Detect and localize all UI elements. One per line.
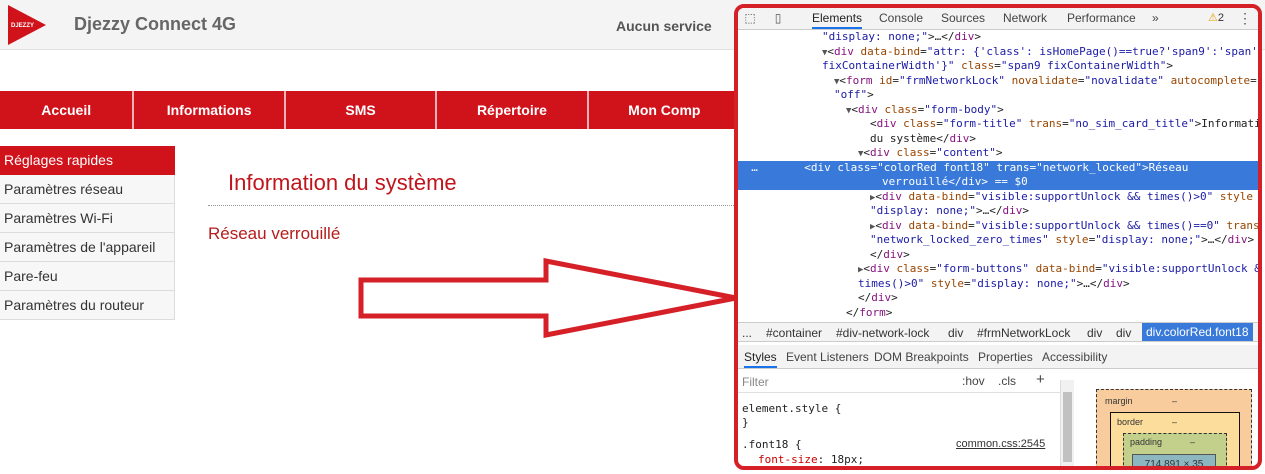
rule-source-link[interactable]: common.css:2545 [956,438,1045,450]
styles-filter-row: Filter :hov .cls + [738,369,1074,393]
styles-scrollbar[interactable] [1060,380,1074,466]
devtools-tabbar: ⬚ ▯ Elements Console Sources Network Per… [738,8,1258,30]
tab-console[interactable]: Console [879,11,923,25]
tab-sources[interactable]: Sources [941,11,985,25]
border-label: border [1117,417,1144,427]
nav-item-sms[interactable]: SMS [286,91,438,129]
dom-line[interactable]: du système</div> [738,132,1258,147]
rule-property[interactable]: font-size [758,453,818,466]
hov-toggle[interactable]: :hov [962,374,985,388]
dom-line[interactable]: ▶<div data-bind="visible:supportUnlock &… [738,219,1258,234]
main-nav: Accueil Informations SMS Répertoire Mon … [0,91,740,129]
breadcrumb-item[interactable]: #container [766,326,822,340]
dom-line[interactable]: "network_locked_zero_times" style="displ… [738,233,1258,248]
nav-item-accueil[interactable]: Accueil [0,91,135,129]
dom-line[interactable]: times()>0" style="display: none;">…</div… [738,277,1258,292]
tab-dom-breakpoints[interactable]: DOM Breakpoints [874,350,969,364]
dom-line[interactable]: ▼<form id="frmNetworkLock" novalidate="n… [738,74,1258,89]
padding-top-value: – [1190,437,1196,447]
sidebar-item-reglages-rapides[interactable]: Réglages rapides [0,146,175,175]
warning-count: 2 [1217,12,1224,24]
dom-line[interactable]: ▶<div class="form-buttons" data-bind="vi… [738,262,1258,277]
dom-line[interactable]: </div> [738,291,1258,306]
warnings-badge[interactable]: ⚠2 [1208,11,1224,24]
rule-value[interactable]: 18px; [831,453,864,466]
warning-icon: ⚠ [1208,12,1218,24]
page-title: Information du système [228,170,457,195]
tab-elements[interactable]: Elements [812,11,863,29]
element-style-close: } [742,416,749,429]
styles-filter-input[interactable]: Filter [742,375,769,389]
element-style-selector[interactable]: element.style { [742,402,841,415]
padding-label: padding [1130,437,1163,447]
tab-performance[interactable]: Performance [1067,11,1136,25]
dom-line[interactable]: ▼<div data-bind="attr: {'class': isHomeP… [738,45,1258,60]
title-divider [208,205,738,206]
network-locked-status: Réseau verrouillé [208,224,341,243]
dom-breadcrumbs: ... #container #div-network-lock div #fr… [738,322,1258,342]
device-toolbar-icon[interactable]: ▯ [770,11,786,25]
breadcrumb-item[interactable]: #div-network-lock [836,326,929,340]
brand-title: Djezzy Connect 4G [74,14,237,34]
margin-top-value: – [1172,396,1178,406]
dom-line[interactable]: ▼<div class="form-body"> [738,103,1258,118]
dom-line[interactable]: "display: none;">…</div> [738,30,1258,45]
dom-line[interactable]: ▼<div class="content"> [738,146,1258,161]
inspect-element-icon[interactable]: ⬚ [742,11,758,25]
tab-accessibility[interactable]: Accessibility [1042,350,1107,364]
breadcrumb-item-selected[interactable]: div.colorRed.font18 [1142,323,1253,341]
box-model-diagram: margin – border – padding – 714.891 × 35 [1096,389,1252,466]
border-top-value: – [1172,417,1178,427]
annotation-arrow [358,258,737,338]
styles-pane: element.style { } .font18 { common.css:2… [738,394,1058,466]
service-status: Aucun service [616,18,712,34]
dom-line[interactable]: </form> [738,306,1258,321]
tab-event-listeners[interactable]: Event Listeners [786,350,869,364]
nav-item-repertoire[interactable]: Répertoire [437,91,589,129]
box-model-border[interactable]: border – padding – 714.891 × 35 [1110,412,1240,466]
dom-line[interactable]: <div class="form-title" trans="no_sim_ca… [738,117,1258,132]
dom-line[interactable]: ▶<div data-bind="visible:supportUnlock &… [738,190,1258,205]
sidebar-item-parametres-routeur[interactable]: Paramètres du routeur [0,291,175,320]
breadcrumb-item[interactable]: div [1116,326,1131,340]
box-model-margin[interactable]: margin – border – padding – 714.891 × 35 [1096,389,1252,466]
sidebar-pane-tabs: Styles Event Listeners DOM Breakpoints P… [738,345,1258,369]
rule-declaration[interactable]: font-size: 18px; [758,453,864,466]
rule-selector[interactable]: .font18 { [742,438,802,451]
new-style-rule-button[interactable]: + [1036,371,1045,388]
cls-toggle[interactable]: .cls [998,374,1016,388]
dom-line-selected[interactable]: … <div class="colorRed font18" trans="ne… [738,160,1258,175]
more-tabs-icon[interactable]: » [1152,11,1159,25]
dom-line[interactable]: fixContainerWidth'}" class="span9 fixCon… [738,59,1258,74]
dom-line[interactable]: "off"> [738,88,1258,103]
devtools-menu-icon[interactable]: ⋮ [1238,10,1252,27]
tab-properties[interactable]: Properties [978,350,1033,364]
dom-tree[interactable]: "display: none;">…</div> ▼<div data-bind… [738,30,1258,322]
tab-network[interactable]: Network [1003,11,1047,25]
margin-label: margin [1105,396,1133,406]
box-model-padding[interactable]: padding – 714.891 × 35 [1123,433,1227,466]
nav-item-mon-compte[interactable]: Mon Comp [589,91,740,129]
dom-line[interactable]: </div> [738,248,1258,263]
breadcrumb-item[interactable]: #frmNetworkLock [977,326,1070,340]
breadcrumb-item[interactable]: ... [742,326,752,340]
tab-styles[interactable]: Styles [744,350,777,368]
sidebar-item-parametres-reseau[interactable]: Paramètres réseau [0,175,175,204]
sidebar-item-parametres-wifi[interactable]: Paramètres Wi-Fi [0,204,175,233]
dom-line-selected[interactable]: verrouillé</div> == $0 [738,175,1258,190]
box-model-content[interactable]: 714.891 × 35 [1132,454,1216,466]
djezzy-logo[interactable]: DJEZZY [8,5,46,45]
breadcrumb-item[interactable]: div [1087,326,1102,340]
nav-item-informations[interactable]: Informations [134,91,286,129]
scroll-thumb[interactable] [1063,392,1072,462]
sidebar-item-parametres-appareil[interactable]: Paramètres de l'appareil [0,233,175,262]
dom-line[interactable]: "display: none;">…</div> [738,204,1258,219]
sidebar-menu: Réglages rapides Paramètres réseau Param… [0,146,175,320]
devtools-panel: ⬚ ▯ Elements Console Sources Network Per… [734,4,1262,470]
sidebar-item-pare-feu[interactable]: Pare-feu [0,262,175,291]
svg-text:DJEZZY: DJEZZY [11,23,34,29]
breadcrumb-item[interactable]: div [948,326,963,340]
